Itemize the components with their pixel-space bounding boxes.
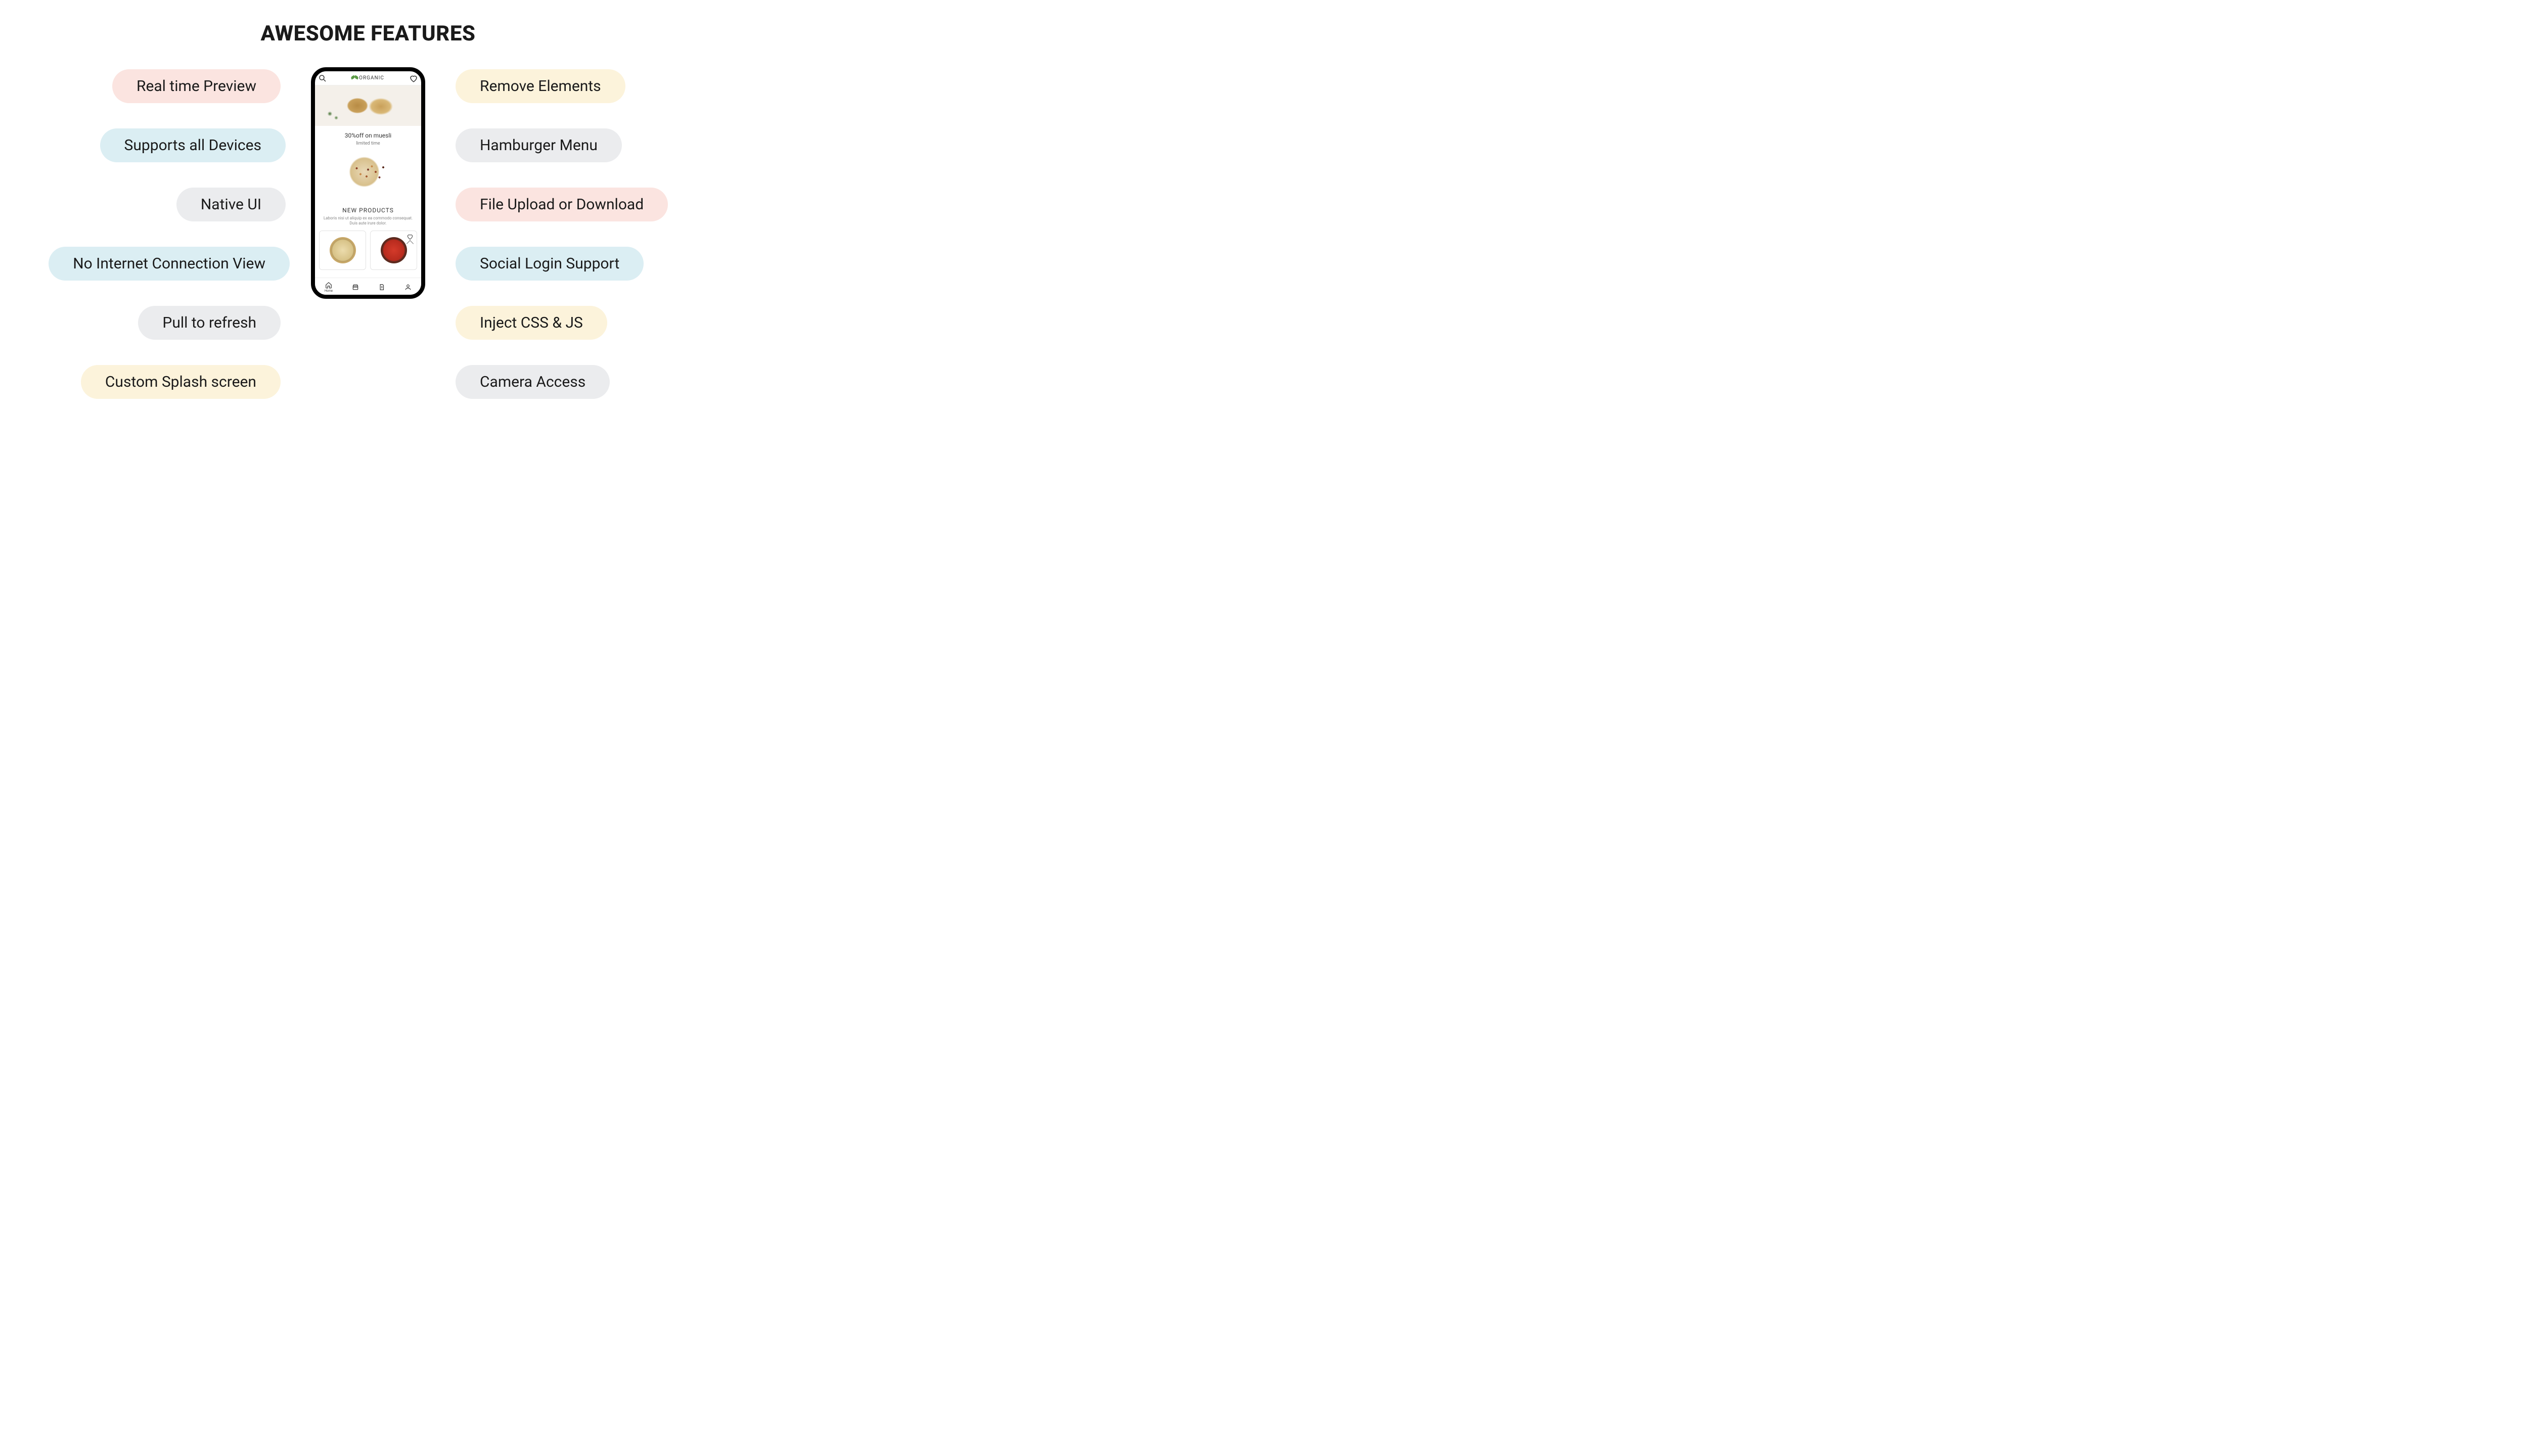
feature-inject-css-js: Inject CSS & JS — [456, 306, 607, 340]
product-card[interactable] — [370, 231, 417, 270]
product-image-saffron — [381, 237, 407, 263]
tab-shop[interactable] — [352, 284, 359, 291]
feature-real-time-preview: Real time Preview — [112, 69, 281, 103]
tab-home[interactable]: Home — [325, 282, 333, 293]
promo-subtitle: limited time — [318, 141, 418, 146]
user-icon — [404, 284, 412, 291]
home-icon — [325, 282, 332, 289]
search-icon[interactable] — [318, 74, 327, 83]
feature-file-upload-download: File Upload or Download — [456, 188, 668, 221]
tab-orders[interactable] — [378, 284, 385, 291]
features-left-column: Real time Preview Supports all Devices N… — [3, 69, 286, 399]
tab-home-label: Home — [325, 289, 333, 293]
product-card[interactable] — [319, 231, 366, 270]
feature-no-internet-view: No Internet Connection View — [49, 247, 290, 281]
features-layout: Real time Preview Supports all Devices N… — [0, 46, 736, 399]
app-logo: ORGANIC — [352, 75, 384, 81]
new-products-title: NEW PRODUCTS — [315, 207, 421, 214]
new-products-subtitle: Laboris nisi ut aliquip ex ea commodo co… — [315, 214, 421, 231]
app-tabbar: Home — [315, 278, 421, 295]
promo-title: 30%off on muesli — [318, 132, 418, 139]
hero-food-image — [315, 85, 421, 126]
feature-supports-all-devices: Supports all Devices — [100, 128, 286, 162]
feature-social-login: Social Login Support — [456, 247, 644, 281]
feature-remove-elements: Remove Elements — [456, 69, 625, 103]
feature-custom-splash: Custom Splash screen — [81, 365, 281, 399]
features-right-column: Remove Elements Hamburger Menu File Uplo… — [450, 69, 734, 399]
app-content: 30%off on muesli limited time NEW PRODUC… — [315, 85, 421, 278]
heart-outline-icon[interactable] — [407, 233, 414, 240]
feature-native-ui: Native UI — [176, 188, 286, 221]
app-header: ORGANIC — [315, 71, 421, 85]
heart-icon[interactable] — [409, 74, 418, 83]
product-image-seeds — [330, 237, 356, 263]
page-title: AWESOME FEATURES — [0, 0, 736, 46]
shop-icon — [352, 284, 359, 291]
document-icon — [378, 284, 385, 291]
feature-hamburger-menu: Hamburger Menu — [456, 128, 622, 162]
phone-mockup: ORGANIC 30%off on muesli limited time NE… — [311, 67, 425, 299]
muesli-image — [330, 149, 406, 195]
leaf-icon — [352, 76, 358, 81]
feature-camera-access: Camera Access — [456, 365, 610, 399]
app-brand-text: ORGANIC — [359, 75, 384, 81]
product-grid — [315, 231, 421, 270]
feature-pull-to-refresh: Pull to refresh — [138, 306, 281, 340]
arrow-up-icon[interactable] — [407, 240, 414, 247]
tab-profile[interactable] — [404, 284, 412, 291]
promo-section: 30%off on muesli limited time — [315, 126, 421, 199]
